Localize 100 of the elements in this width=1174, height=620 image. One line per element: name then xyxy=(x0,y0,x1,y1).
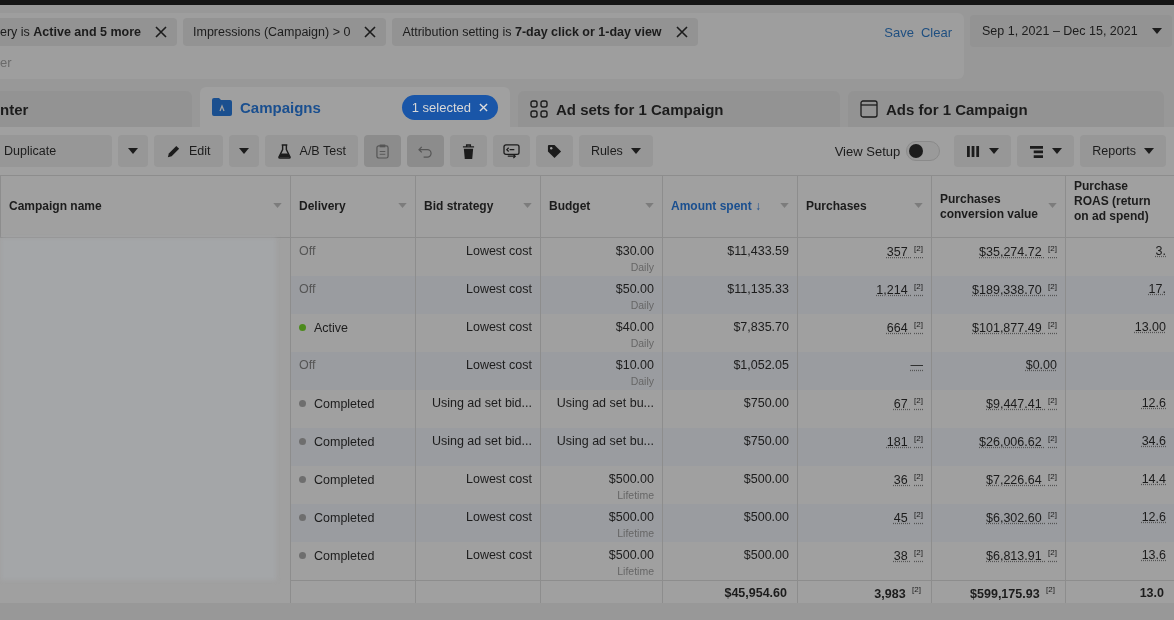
clear-link[interactable]: Clear xyxy=(920,24,952,40)
table-cell: Using ad set bid... xyxy=(431,434,532,448)
dropdown-button[interactable] xyxy=(118,135,148,167)
table-cell[interactable]: $101,877.49 $^{[2]}$ xyxy=(972,321,1057,336)
table-cell[interactable]: 36 $^{[2]}$ xyxy=(893,473,923,488)
column-header[interactable]: Purchase ROAS (return on ad spend) xyxy=(1065,175,1174,238)
table-cell-text: Using ad set bu... xyxy=(555,396,654,410)
table-cell[interactable]: 38 $^{[2]}$ xyxy=(893,549,923,564)
date-range-dropdown[interactable]: Sep 1, 2021 – Dec 15, 2021 xyxy=(970,15,1172,47)
reports-dropdown[interactable]: Reports xyxy=(1080,135,1166,167)
delivery-status: Off xyxy=(299,282,316,296)
total-cell: $45,954.60 xyxy=(724,586,787,600)
filter-chip[interactable]: ery is Active and 5 more xyxy=(0,18,178,46)
delivery-status: Active xyxy=(299,320,349,335)
column-header[interactable]: Delivery xyxy=(290,175,416,238)
table-cell[interactable]: 181 $^{[2]}$ xyxy=(886,435,923,450)
column-header[interactable]: Campaign name xyxy=(0,175,291,238)
table-cell-text: $50.00 xyxy=(614,282,654,296)
table-cell-text: $40.00 xyxy=(614,320,654,334)
table-cell[interactable]: 67 $^{[2]}$ xyxy=(893,397,923,412)
selection-badge[interactable]: 1 selected xyxy=(401,94,498,120)
view-setup-toggle[interactable] xyxy=(906,141,941,161)
breakdown-icon xyxy=(1029,144,1045,158)
column-header[interactable]: Budget xyxy=(540,175,663,238)
table-cell[interactable]: $6,813.91 $^{[2]}$ xyxy=(986,549,1057,564)
table-cell-text: $500.00 xyxy=(607,548,654,562)
swap-icon xyxy=(502,143,520,159)
table-cell-text: $500.00 xyxy=(607,510,654,524)
tab[interactable]: Ads for 1 Campaign xyxy=(848,91,1164,127)
duplicate-button[interactable]: Duplicate xyxy=(0,135,112,167)
caret-icon xyxy=(1052,148,1063,154)
tag-icon xyxy=(546,143,562,159)
table-cell-text: $500.00 xyxy=(607,472,654,486)
delivery-status: Completed xyxy=(299,548,375,563)
caret-icon xyxy=(989,148,1000,154)
column-header[interactable]: Amount spent ↓ xyxy=(662,175,798,238)
ab-test-button[interactable]: A/B Test xyxy=(264,135,358,167)
column-header[interactable]: Bid strategy xyxy=(415,175,541,238)
table-cell[interactable]: 664 $^{[2]}$ xyxy=(886,321,923,336)
columns-icon xyxy=(966,144,982,158)
table-cell[interactable]: 45 $^{[2]}$ xyxy=(893,511,923,526)
table-cell[interactable]: 357 $^{[2]}$ xyxy=(886,245,923,260)
swap-button[interactable] xyxy=(492,135,530,167)
breakdown-dropdown[interactable] xyxy=(1017,135,1075,167)
clipboard-button[interactable] xyxy=(363,135,401,167)
table-cell: $750.00 xyxy=(743,434,789,448)
save-link[interactable]: Save xyxy=(884,24,914,40)
table-cell[interactable]: $35,274.72 $^{[2]}$ xyxy=(979,245,1057,260)
budget-period: Lifetime xyxy=(616,527,654,539)
tag-button[interactable] xyxy=(535,135,573,167)
delivery-status: Completed xyxy=(299,472,375,487)
undo-icon xyxy=(417,144,433,158)
table-cell: $11,433.59 xyxy=(727,244,789,258)
filter-chip[interactable]: Attribution setting is 7-day click or 1-day view xyxy=(392,18,698,46)
table-cell[interactable]: 1,214 $^{[2]}$ xyxy=(876,283,923,298)
table-cell: Lowest cost xyxy=(466,548,532,562)
close-icon[interactable] xyxy=(364,26,377,38)
table-cell[interactable]: 17. xyxy=(1148,282,1166,296)
table-cell[interactable]: 34.6 xyxy=(1141,434,1166,448)
table-cell[interactable]: 13.00 xyxy=(1134,320,1166,334)
tab[interactable]: Ad sets for 1 Campaign xyxy=(518,91,840,127)
column-header[interactable]: Purchases xyxy=(797,175,932,238)
close-icon[interactable] xyxy=(675,26,688,38)
rules-dropdown[interactable]: Rules xyxy=(578,135,653,167)
table-cell[interactable]: $0.00 xyxy=(1025,358,1057,372)
filter-chip[interactable]: Impressions (Campaign) > 0 xyxy=(183,18,387,46)
trash-icon xyxy=(461,143,475,159)
table-cell[interactable]: 3. xyxy=(1155,244,1166,258)
table-cell: $750.00 xyxy=(743,396,789,410)
filter-text: Attribution setting is 7-day click or 1-day view xyxy=(402,25,662,39)
budget-period: Lifetime xyxy=(616,489,654,501)
column-header[interactable]: Purchases conversion value xyxy=(931,175,1066,238)
clipboard-icon xyxy=(375,143,389,159)
close-icon[interactable] xyxy=(155,26,168,38)
table-cell[interactable]: 12.6 xyxy=(1141,510,1166,524)
table-cell[interactable]: 14.4 xyxy=(1141,472,1166,486)
total-cell: $599,175.93 $^{[2]}$ xyxy=(970,586,1055,601)
table-cell[interactable]: $9,447.41 $^{[2]}$ xyxy=(986,397,1057,412)
budget-period: Lifetime xyxy=(616,565,654,577)
table-cell-text: $10.00 xyxy=(614,358,654,372)
table-cell: $500.00 xyxy=(743,510,789,524)
caret-icon xyxy=(238,148,249,154)
delivery-status: Completed xyxy=(299,396,375,411)
table-cell: Lowest cost xyxy=(466,358,532,372)
table-cell: $1,052.05 xyxy=(733,358,789,372)
table-cell[interactable]: 13.6 xyxy=(1141,548,1166,562)
delete-button[interactable] xyxy=(449,135,487,167)
tab[interactable]: nter xyxy=(0,91,192,127)
edit-button[interactable]: Edit xyxy=(154,135,223,167)
table-cell[interactable]: 12.6 xyxy=(1141,396,1166,410)
table-cell[interactable]: — xyxy=(910,358,923,372)
table-cell: $7,835.70 xyxy=(733,320,789,334)
tab[interactable]: Campaigns 1 selected xyxy=(200,87,510,127)
columns-dropdown[interactable] xyxy=(954,135,1012,167)
table-cell: Using ad set bid... xyxy=(431,396,532,410)
caret-icon xyxy=(1151,28,1162,34)
caret-icon xyxy=(1144,148,1154,154)
pencil-icon xyxy=(166,143,181,159)
dropdown-button[interactable] xyxy=(228,135,259,167)
table-cell[interactable]: $7,226.64 $^{[2]}$ xyxy=(986,473,1057,488)
